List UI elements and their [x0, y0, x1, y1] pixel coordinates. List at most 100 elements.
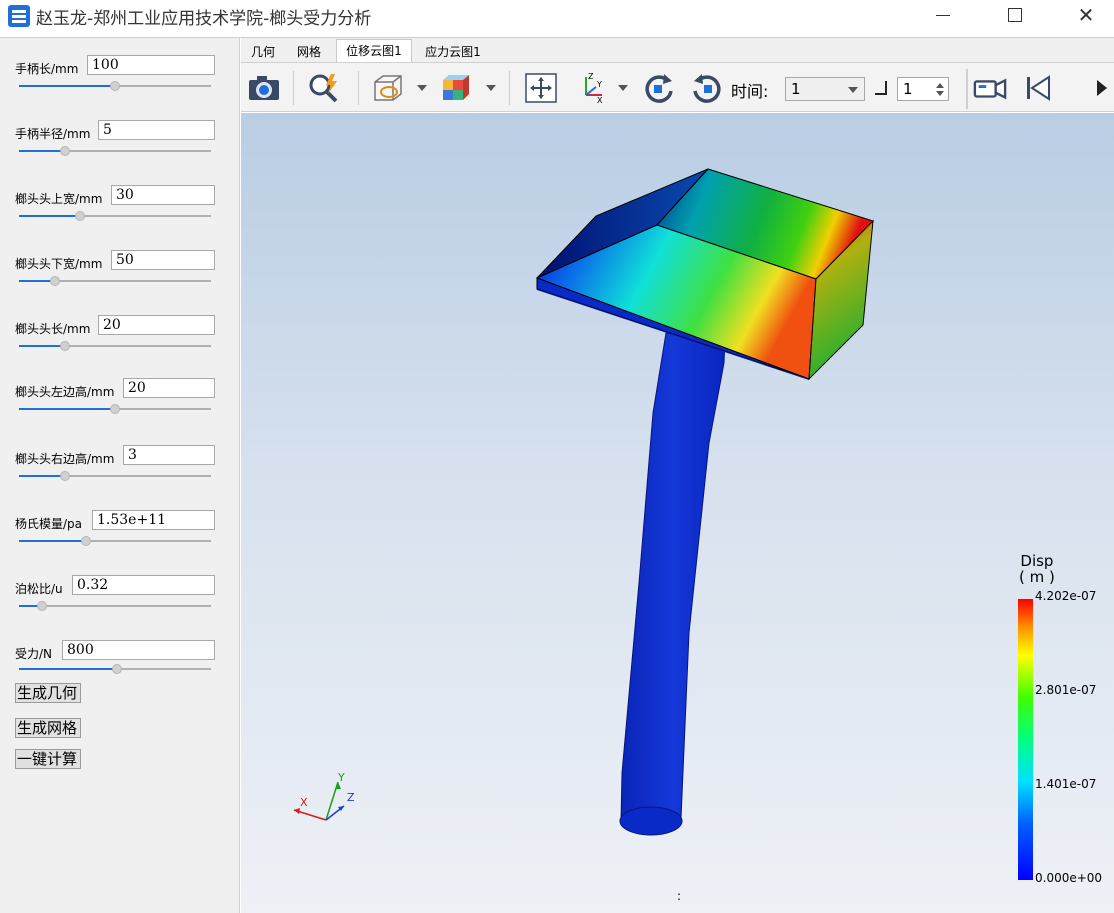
svg-text:Z: Z [588, 72, 594, 81]
legend-upper-mid-label: 2.801e-07 [1035, 683, 1097, 697]
parameter-panel: 手柄长/mm 100 手柄半径/mm 5 榔头头上宽/mm 30 榔头头下宽/m… [0, 38, 240, 913]
generate-mesh-button[interactable]: 生成网格 [15, 718, 81, 738]
param-label: 手柄长/mm [15, 62, 79, 76]
status-mark: : [677, 889, 682, 903]
time-select[interactable]: 1 [785, 77, 865, 101]
axes-orientation-icon[interactable]: ZYX [576, 71, 610, 105]
param-label: 榔头头下宽/mm [15, 257, 103, 271]
param-head-bottom-width: 榔头头下宽/mm 50 [0, 249, 240, 309]
tab-mesh[interactable]: 网格 [293, 42, 325, 62]
chevron-down-icon [848, 87, 858, 93]
color-map-cube-icon[interactable] [439, 71, 473, 105]
head-top-width-slider[interactable] [19, 211, 211, 221]
param-label: 榔头头长/mm [15, 322, 91, 336]
param-head-left-height: 榔头头左边高/mm 20 [0, 377, 240, 437]
app-icon [8, 5, 30, 27]
param-youngs-modulus: 杨氏模量/pa 1.53e+11 [0, 509, 240, 569]
view-toolbar: ZYX 时间: 1 1 [241, 62, 1114, 112]
legend-unit: ( m ) [1019, 568, 1055, 586]
param-head-length: 榔头头长/mm 20 [0, 314, 240, 374]
step-marker-icon [875, 81, 887, 95]
handle-radius-input[interactable]: 5 [98, 120, 215, 140]
handle-length-input[interactable]: 100 [87, 55, 215, 75]
param-label: 杨氏模量/pa [15, 517, 83, 531]
svg-text:X: X [597, 96, 603, 105]
legend-color-bar [1018, 599, 1033, 880]
param-label: 榔头头上宽/mm [15, 192, 103, 206]
chevron-down-icon[interactable] [417, 85, 427, 91]
param-head-right-height: 榔头头右边高/mm 3 [0, 444, 240, 504]
head-top-width-input[interactable]: 30 [111, 185, 215, 205]
handle-length-slider[interactable] [19, 81, 211, 91]
force-input[interactable]: 800 [62, 640, 215, 660]
legend-variable: Disp [1020, 552, 1054, 570]
poisson-ratio-slider[interactable] [19, 601, 211, 611]
force-slider[interactable] [19, 664, 211, 674]
hammer-displacement-model [535, 168, 1033, 880]
param-label: 榔头头右边高/mm [15, 452, 115, 466]
legend-max-label: 4.202e-07 [1035, 589, 1097, 603]
youngs-modulus-input[interactable]: 1.53e+11 [92, 510, 215, 530]
video-camera-icon[interactable] [973, 71, 1007, 105]
head-left-height-input[interactable]: 20 [123, 378, 215, 398]
param-handle-length: 手柄长/mm 100 [0, 54, 240, 114]
toolbar-divider [966, 69, 968, 109]
zoom-magnifier-icon[interactable] [307, 71, 341, 105]
tab-displacement-contour[interactable]: 位移云图1 [336, 39, 412, 62]
param-label: 泊松比/u [15, 582, 63, 596]
chevron-down-icon[interactable] [618, 85, 628, 91]
minimize-button[interactable] [920, 0, 966, 30]
step-spinbox-value: 1 [903, 80, 913, 98]
legend-min-label: 0.000e+00 [1035, 871, 1103, 885]
rotate-clockwise-icon[interactable] [642, 71, 676, 105]
maximize-button[interactable] [992, 0, 1038, 30]
tab-stress-contour[interactable]: 应力云图1 [419, 42, 487, 62]
rotate-counterclockwise-icon[interactable] [690, 71, 724, 105]
skip-to-start-icon[interactable] [1021, 71, 1055, 105]
step-spinbox[interactable]: 1 [897, 77, 949, 101]
legend-lower-mid-label: 1.401e-07 [1035, 777, 1097, 791]
triad-x-label: X [300, 796, 308, 809]
param-head-top-width: 榔头头上宽/mm 30 [0, 184, 240, 244]
view-box-icon[interactable] [371, 71, 405, 105]
orientation-triad: X Y Z [293, 771, 355, 821]
generate-geometry-button[interactable]: 生成几何 [15, 683, 81, 703]
toolbar-divider [293, 71, 294, 105]
tab-bar: 几何 网格 位移云图1 应力云图1 [241, 38, 1114, 62]
one-click-compute-button[interactable]: 一键计算 [15, 749, 81, 769]
legend-title: Disp ( m ) [1019, 553, 1055, 585]
toolbar-divider [358, 71, 359, 105]
param-label: 手柄半径/mm [15, 127, 91, 141]
time-select-value: 1 [791, 80, 801, 98]
param-label: 榔头头左边高/mm [15, 385, 115, 399]
svg-text:Y: Y [596, 80, 602, 89]
tab-geometry[interactable]: 几何 [247, 42, 279, 62]
close-button[interactable]: ✕ [1063, 0, 1109, 30]
head-bottom-width-slider[interactable] [19, 276, 211, 286]
head-length-slider[interactable] [19, 341, 211, 351]
head-length-input[interactable]: 20 [98, 315, 215, 335]
poisson-ratio-input[interactable]: 0.32 [72, 575, 215, 595]
toolbar-divider [509, 71, 510, 105]
triad-y-label: Y [337, 771, 345, 784]
param-poisson-ratio: 泊松比/u 0.32 [0, 574, 240, 634]
triad-z-label: Z [347, 791, 355, 804]
param-handle-radius: 手柄半径/mm 5 [0, 119, 240, 179]
spin-down-icon[interactable] [936, 91, 944, 96]
camera-icon[interactable] [247, 71, 281, 105]
chevron-down-icon[interactable] [486, 85, 496, 91]
handle-radius-slider[interactable] [19, 146, 211, 156]
head-right-height-input[interactable]: 3 [123, 445, 215, 465]
head-right-height-slider[interactable] [19, 471, 211, 481]
3d-viewport[interactable]: Disp ( m ) 4.202e-07 2.801e-07 1.401e-07… [241, 113, 1114, 913]
fit-view-icon[interactable] [524, 71, 558, 105]
time-label: 时间: [731, 82, 769, 101]
youngs-modulus-slider[interactable] [19, 536, 211, 546]
play-icon[interactable] [1093, 71, 1114, 105]
head-bottom-width-input[interactable]: 50 [111, 250, 215, 270]
title-bar: 赵玉龙-郑州工业应用技术学院-榔头受力分析 ✕ [0, 0, 1114, 32]
window-title: 赵玉龙-郑州工业应用技术学院-榔头受力分析 [36, 9, 372, 29]
param-label: 受力/N [15, 647, 53, 661]
head-left-height-slider[interactable] [19, 404, 211, 414]
spin-up-icon[interactable] [936, 83, 944, 88]
